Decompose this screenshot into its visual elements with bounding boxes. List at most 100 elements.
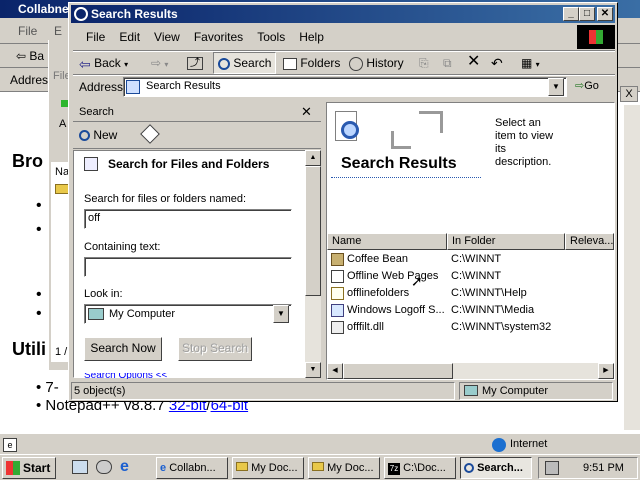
search-form: Search for Files and Folders Search for …: [73, 150, 307, 379]
views-icon[interactable]: ▦ ▾: [519, 52, 540, 74]
close-button[interactable]: ✕: [597, 7, 613, 21]
magnifier-icon: [341, 121, 359, 139]
bg-menu-e[interactable]: E: [54, 24, 62, 38]
back-button[interactable]: ⇦ Back ▾: [77, 52, 128, 74]
mid-a: A: [59, 118, 67, 130]
bg-address-label: Addres: [10, 73, 49, 87]
status-zone: My Computer: [482, 385, 549, 397]
coffee-bean-icon: [331, 253, 344, 266]
stop-search-button[interactable]: Stop Search: [178, 337, 252, 361]
search-button[interactable]: Search: [213, 52, 277, 74]
row-folder: C:\WINNT: [451, 253, 502, 265]
7zip-icon: 7z: [388, 463, 400, 475]
folder-icon: [312, 462, 324, 471]
undo-icon[interactable]: ↶: [489, 52, 503, 74]
toolbar: ⇦ Back ▾ ⇨ ▾ ⤴ Search Folders History ⎘ …: [73, 50, 615, 74]
row-name: offfilt.dll: [347, 321, 384, 333]
search-now-button[interactable]: Search Now: [84, 337, 162, 361]
search-pane-close[interactable]: ✕: [301, 104, 312, 120]
results-title-underline: [331, 177, 481, 178]
magnifier-icon: [218, 57, 230, 70]
table-row[interactable]: offlinefolders C:\WINNT\Help: [327, 285, 614, 302]
quicklaunch-outlook-icon[interactable]: [96, 460, 112, 474]
move-to-icon[interactable]: ⎘: [417, 52, 429, 74]
section-title: Search for Files and Folders: [108, 157, 270, 171]
go-button[interactable]: ⇨Go: [575, 79, 599, 92]
table-row[interactable]: Windows Logoff S... C:\WINNT\Media: [327, 302, 614, 319]
row-folder: C:\WINNT\system32: [451, 321, 552, 333]
results-hscrollbar[interactable]: ◀ ▶: [327, 363, 614, 379]
titlebar: Search Results _ □ ✕: [71, 5, 615, 23]
minimize-button[interactable]: _: [563, 7, 579, 21]
forward-button[interactable]: ⇨ ▾: [149, 52, 168, 74]
address-dropdown[interactable]: ▼: [548, 78, 564, 96]
search-pane: Search ✕ New Search for Files and Folder…: [73, 102, 321, 379]
scroll-left-button[interactable]: ◀: [327, 363, 343, 379]
task-mydocs-1[interactable]: My Doc...: [232, 457, 304, 479]
menu-file[interactable]: File: [79, 27, 112, 47]
row-name: Windows Logoff S...: [347, 304, 445, 316]
lookin-select[interactable]: My Computer ▼: [84, 304, 292, 324]
named-input[interactable]: off: [84, 209, 292, 229]
scroll-thumb[interactable]: [305, 166, 321, 296]
lookin-dropdown[interactable]: ▼: [273, 305, 289, 323]
scroll-right-button[interactable]: ▶: [598, 363, 614, 379]
new-search-button[interactable]: New: [79, 128, 117, 142]
magnifier-icon: [79, 130, 90, 142]
menu-view[interactable]: View: [147, 27, 187, 47]
results-list: Coffee Bean C:\WINNT Offline Web Pages C…: [327, 251, 614, 363]
quicklaunch-desktop-icon[interactable]: [72, 460, 88, 474]
table-row[interactable]: Coffee Bean C:\WINNT: [327, 251, 614, 268]
delete-icon[interactable]: ✕: [465, 51, 480, 73]
search-pane-scrollbar[interactable]: ▲ ▼: [305, 150, 321, 378]
table-row[interactable]: offfilt.dll C:\WINNT\system32: [327, 319, 614, 336]
results-description: Select an item to view its description.: [495, 117, 554, 168]
containing-input[interactable]: [84, 257, 292, 277]
menu-tools[interactable]: Tools: [250, 27, 292, 47]
table-row[interactable]: Offline Web Pages C:\WINNT: [327, 268, 614, 285]
task-7zip[interactable]: 7z C:\Doc...: [384, 457, 456, 479]
bg-close-button[interactable]: X: [620, 86, 638, 102]
hscroll-thumb[interactable]: [343, 363, 453, 379]
history-button[interactable]: History: [347, 52, 404, 74]
col-relevance[interactable]: Releva...: [565, 233, 614, 250]
forward-arrow-icon: ⇨: [151, 56, 162, 70]
network-icon[interactable]: [545, 461, 559, 475]
search-options-link[interactable]: Search Options <<: [84, 373, 167, 379]
task-mydocs-2[interactable]: My Doc...: [308, 457, 380, 479]
menu-favorites[interactable]: Favorites: [187, 27, 250, 47]
search-window-icon: [74, 7, 88, 21]
back-arrow-icon: ⇦: [79, 55, 91, 72]
search-assistant-icon[interactable]: [140, 124, 160, 144]
sound-file-icon: [331, 304, 344, 317]
frame-graphic: [391, 131, 411, 149]
up-button[interactable]: ⤴: [185, 52, 203, 74]
scroll-down-button[interactable]: ▼: [305, 362, 321, 378]
menu-help[interactable]: Help: [292, 27, 331, 47]
col-infolder[interactable]: In Folder: [447, 233, 565, 250]
green-indicator: [61, 100, 68, 107]
bg-menu-file[interactable]: File: [18, 24, 37, 38]
windows-logo: [577, 25, 615, 49]
task-collabnet[interactable]: e Collabn...: [156, 457, 228, 479]
bg-back-button[interactable]: ⇦ Ba: [16, 49, 44, 63]
containing-label: Containing text:: [84, 241, 161, 253]
address-input[interactable]: Search Results ▼: [123, 77, 567, 97]
menu-edit[interactable]: Edit: [112, 27, 147, 47]
bg-scrollbar[interactable]: [624, 105, 640, 430]
offline-pages-icon: [331, 270, 344, 283]
col-name[interactable]: Name: [327, 233, 447, 250]
named-label: Search for files or folders named:: [84, 193, 247, 205]
windows-flag-icon: [6, 461, 20, 475]
address-value: Search Results: [146, 80, 221, 92]
scroll-up-button[interactable]: ▲: [305, 150, 321, 166]
maximize-button[interactable]: □: [579, 7, 595, 21]
mouse-cursor-icon: ➚: [411, 273, 423, 289]
start-button[interactable]: Start: [2, 457, 56, 479]
task-search[interactable]: Search...: [460, 457, 532, 479]
copy-to-icon[interactable]: ⧉: [441, 52, 452, 74]
results-header: Name In Folder Releva...: [327, 233, 614, 250]
folders-button[interactable]: Folders: [281, 52, 340, 74]
magnifier-icon: [464, 463, 474, 474]
quicklaunch-ie-icon[interactable]: e: [120, 458, 129, 476]
